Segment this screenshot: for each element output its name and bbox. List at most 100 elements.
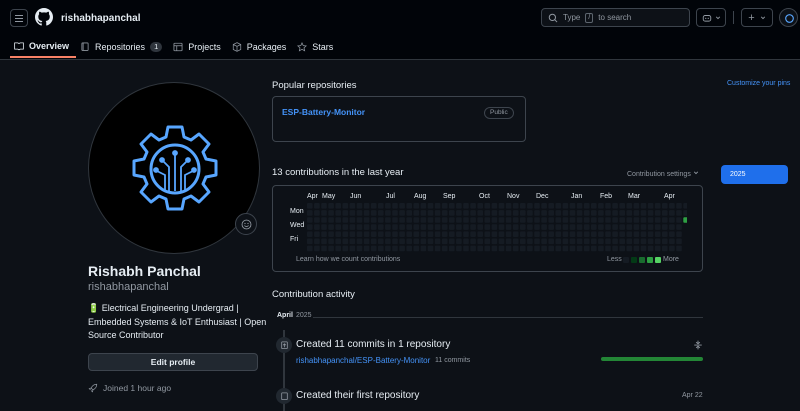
contribution-cell[interactable]	[427, 224, 434, 230]
contribution-cell[interactable]	[605, 210, 611, 216]
contribution-cell[interactable]	[328, 238, 334, 245]
contribution-cell[interactable]	[470, 210, 476, 216]
contribution-cell[interactable]	[555, 217, 562, 223]
contribution-cell[interactable]	[484, 224, 491, 230]
contribution-cell[interactable]	[420, 238, 427, 245]
contribution-cell[interactable]	[633, 224, 640, 230]
contribution-cell[interactable]	[626, 203, 633, 209]
contribution-cell[interactable]	[456, 203, 462, 209]
contribution-cell[interactable]	[662, 224, 668, 230]
contribution-cell[interactable]	[378, 238, 384, 245]
contribution-cell[interactable]	[647, 238, 654, 245]
contribution-cell[interactable]	[363, 238, 370, 245]
learn-contributions-link[interactable]: Learn how we count contributions	[296, 256, 400, 263]
contribution-cell[interactable]	[498, 238, 505, 245]
contribution-cell[interactable]	[477, 224, 483, 230]
contribution-cell[interactable]	[441, 210, 448, 216]
contribution-cell[interactable]	[491, 231, 498, 237]
contribution-cell[interactable]	[612, 203, 618, 209]
contribution-cell[interactable]	[647, 217, 654, 223]
contribution-cell[interactable]	[392, 210, 398, 216]
contribution-cell[interactable]	[569, 217, 576, 223]
contribution-cell[interactable]	[662, 238, 668, 245]
contribution-cell[interactable]	[363, 245, 370, 252]
contribution-cell[interactable]	[555, 245, 562, 252]
contribution-cell[interactable]	[619, 245, 625, 252]
contribution-cell[interactable]	[427, 210, 434, 216]
user-avatar-button[interactable]	[779, 8, 798, 27]
contribution-cell[interactable]	[470, 217, 476, 223]
contribution-cell[interactable]	[583, 203, 590, 209]
tab-packages[interactable]: Packages	[228, 36, 294, 58]
contribution-cell[interactable]	[541, 238, 547, 245]
contribution-cell[interactable]	[328, 210, 334, 216]
contribution-cell[interactable]	[562, 224, 569, 230]
github-logo-icon[interactable]	[35, 8, 53, 26]
contribution-cell[interactable]	[427, 245, 434, 252]
contribution-cell[interactable]	[505, 245, 512, 252]
contribution-cell[interactable]	[349, 224, 356, 230]
contribution-cell[interactable]	[676, 224, 682, 230]
contribution-cell[interactable]	[385, 238, 391, 245]
copilot-button[interactable]	[696, 8, 726, 27]
contribution-cell[interactable]	[512, 203, 519, 209]
contribution-cell[interactable]	[470, 245, 476, 252]
contribution-cell[interactable]	[413, 217, 420, 223]
contribution-cell[interactable]	[356, 203, 363, 209]
contribution-cell[interactable]	[321, 238, 327, 245]
contribution-cell[interactable]	[356, 231, 363, 237]
contribution-cell[interactable]	[527, 231, 533, 237]
contribution-cell[interactable]	[562, 203, 569, 209]
contribution-cell[interactable]	[491, 245, 498, 252]
contribution-cell[interactable]	[505, 217, 512, 223]
contribution-cell[interactable]	[427, 238, 434, 245]
contribution-cell[interactable]	[463, 238, 469, 245]
contribution-cell[interactable]	[520, 231, 526, 237]
contribution-cell[interactable]	[640, 217, 647, 223]
contribution-cell[interactable]	[591, 210, 597, 216]
contribution-cell[interactable]	[548, 224, 554, 230]
contribution-cell[interactable]	[598, 203, 604, 209]
contribution-cell[interactable]	[399, 224, 405, 230]
contribution-cell[interactable]	[654, 224, 661, 230]
contribution-cell[interactable]	[647, 245, 654, 252]
contribution-cell[interactable]	[612, 210, 618, 216]
contribution-cell[interactable]	[335, 224, 341, 230]
contribution-cell[interactable]	[470, 231, 476, 237]
contribution-cell[interactable]	[619, 238, 625, 245]
tab-stars[interactable]: Stars	[293, 36, 340, 58]
contribution-cell[interactable]	[370, 238, 377, 245]
contribution-cell[interactable]	[633, 217, 640, 223]
contribution-cell[interactable]	[463, 231, 469, 237]
contribution-cell[interactable]	[562, 217, 569, 223]
contribution-cell[interactable]	[441, 217, 448, 223]
contribution-cell[interactable]	[541, 210, 547, 216]
contribution-cell[interactable]	[555, 210, 562, 216]
contribution-cell[interactable]	[413, 231, 420, 237]
contribution-cell[interactable]	[512, 210, 519, 216]
contribution-cell[interactable]	[356, 210, 363, 216]
contribution-cell[interactable]	[583, 245, 590, 252]
contribution-cell[interactable]	[392, 245, 398, 252]
contribution-cell[interactable]	[399, 217, 405, 223]
contribution-cell[interactable]	[598, 210, 604, 216]
contribution-cell[interactable]	[548, 203, 554, 209]
contribution-cell[interactable]	[463, 224, 469, 230]
contribution-cell[interactable]	[576, 224, 583, 230]
contribution-cell[interactable]	[619, 217, 625, 223]
contribution-cell[interactable]	[598, 238, 604, 245]
contribution-cell[interactable]	[385, 231, 391, 237]
edit-profile-button[interactable]: Edit profile	[88, 353, 258, 371]
contribution-cell[interactable]	[470, 238, 476, 245]
contribution-cell[interactable]	[640, 231, 647, 237]
contribution-cell[interactable]	[527, 245, 533, 252]
contribution-cell[interactable]	[449, 238, 455, 245]
contribution-cell[interactable]	[491, 238, 498, 245]
customize-pins-link[interactable]: Customize your pins	[727, 80, 790, 87]
contribution-cell[interactable]	[512, 245, 519, 252]
contribution-cell[interactable]	[449, 224, 455, 230]
contribution-cell[interactable]	[605, 203, 611, 209]
contribution-cell[interactable]	[413, 203, 420, 209]
contribution-cell[interactable]	[612, 224, 618, 230]
contribution-cell[interactable]	[676, 245, 682, 252]
